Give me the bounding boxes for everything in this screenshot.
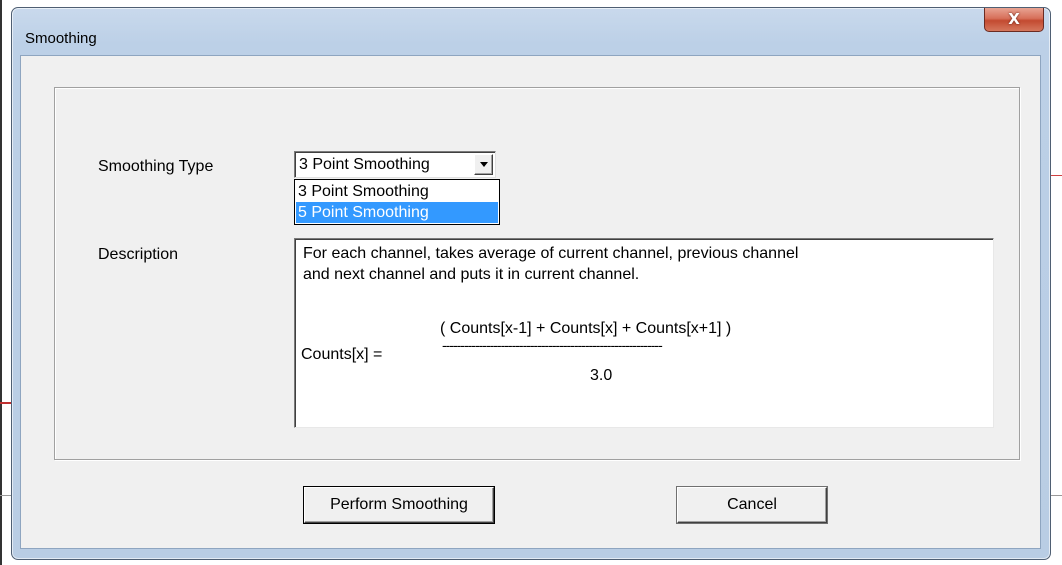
chevron-down-icon [479,162,488,167]
dialog-client-area: Smoothing Type 3 Point Smoothing 3 Point… [20,55,1041,549]
description-textbox[interactable]: For each channel, takes average of curre… [294,238,994,428]
formula-fraction-bar: ----------------------------------------… [442,337,663,353]
description-label: Description [98,246,179,263]
smoothing-type-dropdown-list: 3 Point Smoothing 5 Point Smoothing [294,179,500,225]
smoothing-type-combobox[interactable]: 3 Point Smoothing [294,151,496,178]
perform-smoothing-button[interactable]: Perform Smoothing [304,487,494,523]
cancel-button[interactable]: Cancel [677,487,827,523]
smoothing-type-label: Smoothing Type [98,158,214,175]
description-line-2: and next channel and puts it in current … [303,266,640,283]
formula-numerator: ( Counts[x-1] + Counts[x] + Counts[x+1] … [440,320,732,337]
window-title: Smoothing [25,30,97,47]
dropdown-arrow-button[interactable] [474,154,493,175]
dropdown-option-5-point[interactable]: 5 Point Smoothing [296,202,498,223]
title-bar[interactable]: Smoothing X [12,8,1050,52]
close-icon: X [1008,10,1020,28]
smoothing-dialog: Smoothing X Smoothing Type 3 Point Smoot… [11,7,1051,560]
formula-denominator: 3.0 [590,367,613,384]
desktop-background: Smoothing X Smoothing Type 3 Point Smoot… [0,0,1062,565]
description-line-1: For each channel, takes average of curre… [303,245,799,262]
smoothing-type-selected-value: 3 Point Smoothing [299,156,430,173]
background-window-edge [0,0,2,565]
formula-lhs: Counts[x] = [301,346,383,363]
dropdown-option-3-point[interactable]: 3 Point Smoothing [296,181,498,202]
close-button[interactable]: X [984,8,1044,32]
